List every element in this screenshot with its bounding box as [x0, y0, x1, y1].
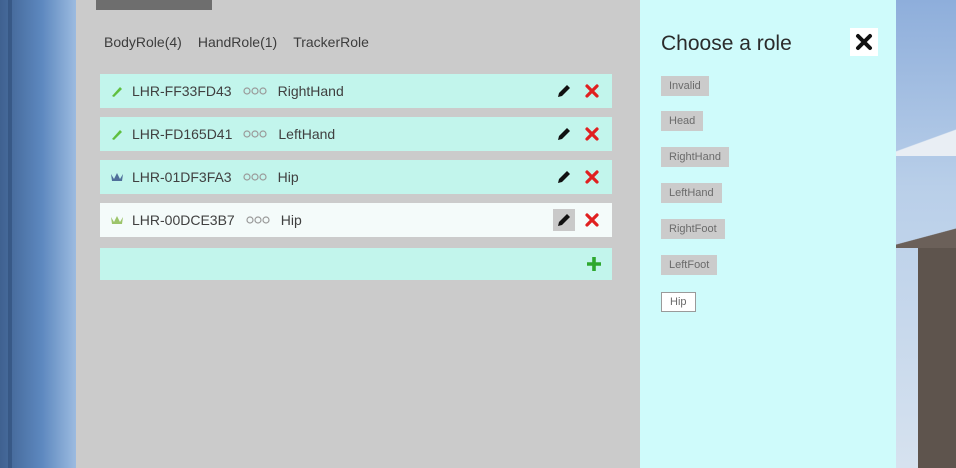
- role-tabs: BodyRole(4) HandRole(1) TrackerRole: [104, 34, 369, 50]
- role-option-lefthand[interactable]: LeftHand: [661, 183, 722, 203]
- close-icon: [585, 84, 599, 98]
- edit-button[interactable]: [553, 166, 575, 188]
- edit-button[interactable]: [553, 80, 575, 102]
- link-icon: [242, 171, 268, 183]
- device-row[interactable]: LHR-FF33FD43 RightHand: [100, 74, 612, 108]
- role-option-righthand[interactable]: RightHand: [661, 147, 729, 167]
- delete-button[interactable]: [581, 209, 603, 231]
- role-option-invalid[interactable]: Invalid: [661, 76, 709, 96]
- device-role: LeftHand: [278, 126, 336, 142]
- tab-hand-role[interactable]: HandRole(1): [198, 34, 277, 50]
- scene-slope: [896, 126, 956, 156]
- link-icon: [242, 85, 268, 97]
- device-row[interactable]: LHR-01DF3FA3 Hip: [100, 160, 612, 194]
- pencil-icon: [558, 214, 570, 226]
- close-icon: [585, 213, 599, 227]
- tab-body-role[interactable]: BodyRole(4): [104, 34, 182, 50]
- device-role: Hip: [277, 169, 299, 185]
- scene-building: [896, 228, 956, 468]
- background-scene-right: [896, 0, 956, 468]
- close-icon: [585, 127, 599, 141]
- close-icon: [856, 34, 872, 50]
- pencil-icon: [558, 128, 570, 140]
- role-option-head[interactable]: Head: [661, 111, 704, 131]
- device-serial: LHR-01DF3FA3: [132, 169, 232, 185]
- panel-title: Choose a role: [661, 32, 792, 55]
- device-role: RightHand: [277, 83, 344, 99]
- close-panel-button[interactable]: [850, 28, 878, 56]
- device-serial: LHR-FF33FD43: [132, 83, 232, 99]
- device-row-selected[interactable]: LHR-00DCE3B7 Hip: [100, 203, 612, 237]
- delete-button[interactable]: [581, 123, 603, 145]
- role-option-leftfoot[interactable]: LeftFoot: [661, 255, 718, 275]
- pencil-icon: [558, 85, 570, 97]
- background-scene-left: [0, 0, 76, 468]
- close-icon: [585, 170, 599, 184]
- choose-role-panel: Choose a role Invalid Head RightHand Lef…: [640, 0, 896, 468]
- add-button[interactable]: [582, 252, 606, 276]
- add-device-row: [100, 248, 612, 280]
- edit-button[interactable]: [553, 123, 575, 145]
- device-role-panel: BodyRole(4) HandRole(1) TrackerRole LHR-…: [76, 0, 640, 468]
- delete-button[interactable]: [581, 166, 603, 188]
- tracker-icon: [108, 211, 126, 229]
- link-icon: [242, 128, 268, 140]
- tracker-icon: [108, 168, 126, 186]
- link-icon: [245, 214, 271, 226]
- device-role: Hip: [280, 212, 302, 228]
- device-serial: LHR-FD165D41: [132, 126, 233, 142]
- panel-drag-handle[interactable]: [96, 0, 212, 10]
- pencil-icon: [558, 171, 570, 183]
- scene-pillar: [8, 0, 12, 468]
- tab-tracker-role[interactable]: TrackerRole: [293, 34, 369, 50]
- device-row[interactable]: LHR-FD165D41 LeftHand: [100, 117, 612, 151]
- role-option-rightfoot[interactable]: RightFoot: [661, 219, 725, 239]
- plus-icon: [587, 257, 601, 271]
- delete-button[interactable]: [581, 80, 603, 102]
- role-option-hip[interactable]: Hip: [661, 292, 696, 312]
- edit-button[interactable]: [553, 209, 575, 231]
- device-serial: LHR-00DCE3B7: [132, 212, 235, 228]
- controller-icon: [108, 125, 126, 143]
- controller-icon: [108, 82, 126, 100]
